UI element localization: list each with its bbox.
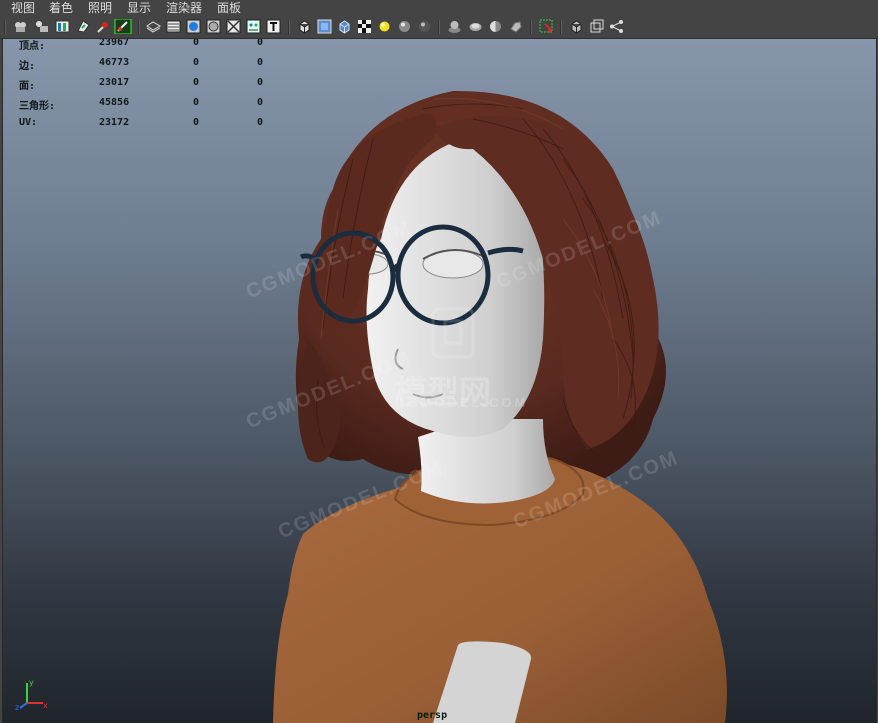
stat-value: 45856: [99, 97, 130, 108]
smooth-shade-icon[interactable]: [166, 19, 181, 34]
watermark-logo-url: CGMODEL.COM: [395, 395, 529, 410]
menu-show[interactable]: 显示: [127, 0, 151, 17]
text-toggle-icon[interactable]: [266, 19, 281, 34]
stat-value: 0: [193, 97, 200, 108]
bookmarks-icon[interactable]: [55, 19, 70, 34]
stat-label: UV:: [19, 117, 38, 128]
stat-value: 0: [257, 77, 264, 88]
stat-value: 0: [257, 57, 264, 68]
wireframe-icon[interactable]: [146, 19, 161, 34]
stat-value: 23967: [99, 39, 130, 48]
menu-lighting[interactable]: 照明: [88, 0, 112, 17]
toolbar-divider: [288, 20, 290, 34]
light-icon[interactable]: [377, 19, 392, 34]
isolate-select-icon[interactable]: [539, 19, 554, 34]
toolbar-divider: [560, 20, 562, 34]
resolution-gate-icon[interactable]: [96, 19, 111, 34]
axis-z-label: z: [15, 703, 19, 711]
stat-value: 23172: [99, 117, 130, 128]
menu-view[interactable]: 视图: [11, 0, 35, 17]
toolbar-divider: [138, 20, 140, 34]
toolbar-divider: [530, 20, 532, 34]
checker-icon[interactable]: [357, 19, 372, 34]
camera-attributes-icon[interactable]: [34, 19, 49, 34]
stat-value: 0: [193, 117, 200, 128]
axis-y-label: y: [29, 678, 34, 687]
motion-blur-icon[interactable]: [488, 19, 503, 34]
xray-active-icon[interactable]: [609, 19, 624, 34]
menu-panels[interactable]: 面板: [217, 0, 241, 17]
ambient-occlusion-icon[interactable]: [468, 19, 483, 34]
cube-textured-icon[interactable]: [337, 19, 352, 34]
stat-label: 边:: [19, 61, 36, 72]
xray-icon[interactable]: [569, 19, 584, 34]
texture-icon[interactable]: [246, 19, 261, 34]
antialias-icon[interactable]: [508, 19, 523, 34]
multisample-icon[interactable]: [447, 19, 462, 34]
toolbar-divider: [4, 20, 6, 34]
toolbar-divider: [438, 20, 440, 34]
axis-x-label: x: [43, 701, 48, 710]
perspective-viewport[interactable]: CGMODEL.COM CGMODEL.COM CGMODEL.COM CGMO…: [2, 39, 877, 723]
cube-shaded-icon[interactable]: [317, 19, 332, 34]
stat-value: 0: [193, 57, 200, 68]
axis-gizmo-icon: y x z: [15, 678, 48, 711]
xray-joints-icon[interactable]: [589, 19, 604, 34]
stat-value: 0: [257, 117, 264, 128]
stat-label: 面:: [19, 81, 36, 92]
film-gate-icon[interactable]: [114, 19, 132, 34]
bounding-box-icon[interactable]: [226, 19, 241, 34]
stat-value: 0: [193, 39, 200, 48]
sphere-shadow-icon[interactable]: [417, 19, 432, 34]
camera-select-icon[interactable]: [13, 19, 28, 34]
stat-value: 0: [257, 39, 264, 48]
stat-value: 23017: [99, 77, 130, 88]
sphere-default-icon[interactable]: [397, 19, 412, 34]
shaded-wireframe-icon[interactable]: [206, 19, 221, 34]
menu-bar: 视图 着色 照明 显示 渲染器 面板: [0, 0, 878, 17]
stat-value: 0: [257, 97, 264, 108]
camera-name-label: persp: [417, 710, 448, 721]
stat-value: 0: [193, 77, 200, 88]
menu-renderer[interactable]: 渲染器: [166, 0, 202, 17]
stat-label: 顶点:: [19, 41, 46, 52]
stat-label: 三角形:: [19, 101, 56, 112]
image-plane-icon[interactable]: [76, 19, 91, 34]
default-material-icon[interactable]: [186, 19, 201, 34]
menu-shading[interactable]: 着色: [49, 0, 73, 17]
cube-outline-icon[interactable]: [297, 19, 312, 34]
panel-toolbar: [0, 17, 878, 39]
stat-value: 46773: [99, 57, 130, 68]
